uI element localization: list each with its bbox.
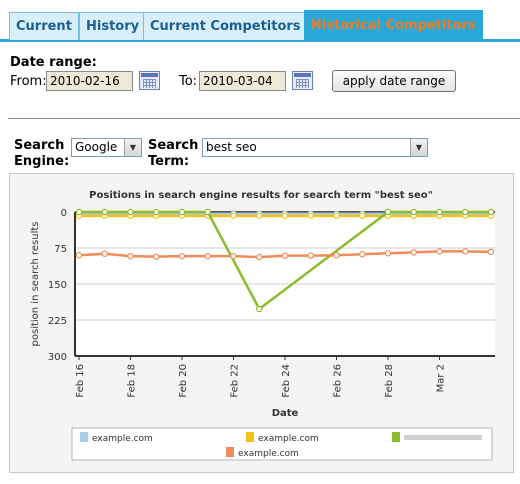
data-point: [410, 208, 417, 216]
y-tick-label: 150: [48, 280, 67, 291]
x-tick-label: Feb 28: [384, 364, 395, 398]
data-point: [281, 212, 289, 220]
data-point: [307, 212, 314, 220]
tab-historical-competitors[interactable]: Historical Competitors: [304, 10, 483, 40]
data-point: [230, 252, 237, 260]
data-point: [256, 212, 263, 220]
data-point: [101, 208, 108, 216]
tab-current[interactable]: Current: [9, 12, 79, 40]
legend-swatch: [80, 432, 88, 442]
search-term-select[interactable]: best seo ▼: [202, 138, 428, 157]
legend-label-redacted: [404, 435, 482, 440]
data-point: [204, 208, 211, 216]
data-point: [307, 252, 314, 259]
data-point: [333, 212, 340, 220]
search-engine-value: Google: [75, 140, 118, 154]
legend-label: example.com: [258, 434, 319, 444]
data-point: [127, 252, 134, 260]
data-point: [359, 251, 366, 258]
x-tick-label: Feb 20: [178, 364, 189, 398]
data-point: [410, 249, 417, 256]
engine-label-line2: Engine:: [14, 154, 70, 169]
data-point: [436, 208, 443, 216]
x-tick-label: Feb 16: [75, 364, 86, 398]
term-label-line2: Term:: [148, 154, 190, 169]
data-point: [256, 253, 263, 261]
from-label: From:: [10, 74, 47, 89]
y-tick-label: 300: [48, 352, 67, 363]
x-tick-label: Feb 18: [127, 364, 138, 398]
tab-current-competitors[interactable]: Current Competitors: [143, 12, 308, 40]
y-tick-label: 75: [54, 244, 67, 255]
apply-date-range-button[interactable]: apply date range: [332, 70, 456, 92]
data-point: [204, 252, 211, 260]
data-point: [178, 208, 186, 216]
data-point: [101, 250, 108, 257]
term-label-line1: Search: [148, 138, 199, 153]
data-point: [487, 248, 495, 256]
data-point: [230, 212, 237, 220]
to-date-field[interactable]: 2010-03-04: [199, 71, 286, 91]
data-point: [384, 208, 392, 216]
chevron-down-icon[interactable]: ▼: [124, 139, 141, 156]
legend-swatch: [246, 432, 254, 442]
legend-label: example.com: [238, 449, 299, 459]
data-point: [384, 250, 392, 257]
chevron-down-icon[interactable]: ▼: [410, 139, 427, 156]
search-engine-select[interactable]: Google ▼: [71, 138, 142, 157]
x-tick-label: Feb 22: [230, 364, 241, 398]
y-tick-label: 225: [48, 316, 67, 327]
legend-swatch: [226, 447, 234, 457]
chart-title: Positions in search engine results for s…: [89, 190, 433, 201]
data-point: [462, 248, 469, 255]
x-tick-label: Feb 26: [333, 364, 344, 398]
x-tick-label: Feb 24: [281, 364, 292, 398]
calendar-icon[interactable]: [292, 71, 313, 90]
tab-history[interactable]: History: [79, 12, 147, 40]
data-point: [462, 208, 469, 216]
engine-label-line1: Search: [14, 138, 65, 153]
legend-swatch: [392, 432, 400, 442]
data-point: [75, 251, 83, 259]
x-tick-label: Mar 2: [436, 364, 447, 392]
data-point: [487, 208, 495, 216]
y-axis-title: position in search results: [30, 222, 41, 347]
y-tick-label: 0: [61, 208, 67, 219]
data-point: [127, 208, 134, 216]
data-point: [281, 252, 289, 259]
chart-panel: Positions in search engine results for s…: [9, 173, 514, 473]
legend-label: example.com: [92, 434, 153, 444]
data-point: [436, 248, 443, 255]
tab-bar: Current History Current Competitors Hist…: [0, 0, 520, 42]
data-point: [333, 251, 340, 259]
rank-history-chart: Positions in search engine results for s…: [30, 190, 495, 461]
divider: [8, 118, 520, 119]
x-axis-title: Date: [272, 408, 299, 419]
search-term-value: best seo: [206, 140, 257, 154]
data-point: [256, 305, 263, 313]
data-point: [359, 212, 366, 220]
data-point: [153, 253, 160, 260]
calendar-icon[interactable]: [139, 71, 160, 90]
data-point: [153, 208, 160, 216]
from-date-field[interactable]: 2010-02-16: [46, 71, 133, 91]
date-range-heading: Date range:: [10, 55, 97, 70]
data-point: [75, 208, 83, 216]
to-label: To:: [179, 74, 198, 89]
data-point: [178, 252, 186, 260]
